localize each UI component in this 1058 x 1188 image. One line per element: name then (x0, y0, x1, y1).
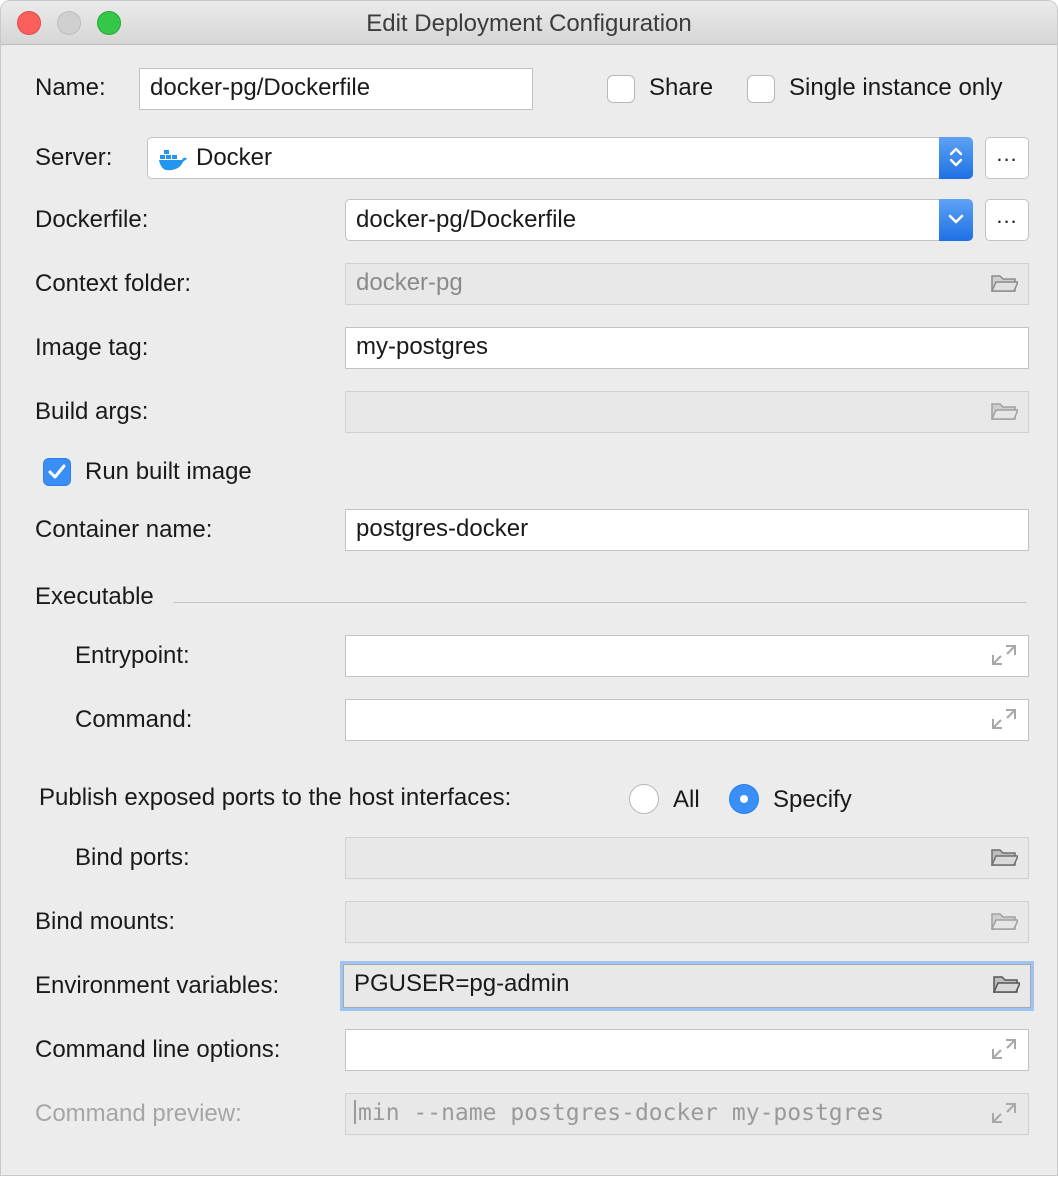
env-vars-input[interactable]: PGUSER=pg-admin (343, 964, 1031, 1008)
dockerfile-value: docker-pg/Dockerfile (356, 200, 576, 240)
context-folder-value: docker-pg (356, 269, 463, 296)
image-tag-input[interactable]: my-postgres (345, 327, 1029, 369)
entrypoint-label: Entrypoint: (75, 641, 190, 671)
up-down-chevron-icon (946, 145, 966, 169)
bind-ports-label: Bind ports: (75, 843, 190, 873)
container-name-label: Container name: (35, 515, 212, 545)
expand-icon[interactable] (990, 707, 1018, 731)
single-instance-label: Single instance only (789, 73, 1002, 103)
server-label: Server: (35, 143, 112, 173)
image-tag-label: Image tag: (35, 333, 148, 363)
cmd-options-label: Command line options: (35, 1035, 280, 1065)
cmd-preview-label: Command preview: (35, 1099, 242, 1129)
expand-icon[interactable] (990, 1037, 1018, 1061)
entrypoint-input[interactable] (345, 635, 1029, 677)
run-built-image-checkbox[interactable] (43, 458, 71, 486)
cmd-options-input[interactable] (345, 1029, 1029, 1071)
publish-ports-label: Publish exposed ports to the host interf… (39, 783, 511, 813)
publish-all-radio[interactable] (629, 784, 659, 814)
executable-separator (173, 602, 1027, 603)
context-folder-label: Context folder: (35, 269, 191, 299)
executable-section-label: Executable (35, 582, 154, 612)
folder-icon[interactable] (990, 845, 1018, 869)
expand-icon[interactable] (990, 1101, 1018, 1125)
server-more-button[interactable]: ... (985, 137, 1029, 179)
docker-icon (158, 146, 188, 172)
name-label: Name: (35, 73, 106, 103)
command-label: Command: (75, 705, 192, 735)
text-cursor (354, 1100, 356, 1124)
context-folder-input[interactable]: docker-pg (345, 263, 1029, 305)
server-dropdown-button[interactable] (939, 137, 973, 179)
folder-icon[interactable] (990, 271, 1018, 295)
publish-specify-radio[interactable] (729, 784, 759, 814)
folder-icon[interactable] (990, 909, 1018, 933)
share-checkbox[interactable] (607, 75, 635, 103)
server-value: Docker (196, 138, 272, 178)
expand-icon[interactable] (990, 643, 1018, 667)
env-vars-value: PGUSER=pg-admin (354, 970, 569, 997)
name-input[interactable]: docker-pg/Dockerfile (139, 68, 533, 110)
server-select[interactable]: Docker (147, 137, 973, 179)
folder-icon[interactable] (992, 972, 1020, 996)
dockerfile-select[interactable]: docker-pg/Dockerfile (345, 199, 973, 241)
bind-mounts-label: Bind mounts: (35, 907, 175, 937)
deployment-config-dialog: Edit Deployment Configuration Name: dock… (0, 0, 1058, 1176)
build-args-label: Build args: (35, 397, 148, 427)
cmd-preview-field[interactable]: min --name postgres-docker my-postgres (345, 1093, 1029, 1135)
cmd-preview-value: min --name postgres-docker my-postgres (358, 1100, 884, 1126)
env-vars-label: Environment variables: (35, 971, 279, 1001)
container-name-input[interactable]: postgres-docker (345, 509, 1029, 551)
checkmark-icon (44, 459, 70, 485)
bind-ports-input[interactable] (345, 837, 1029, 879)
publish-specify-label: Specify (773, 785, 852, 815)
dockerfile-more-button[interactable]: ... (985, 199, 1029, 241)
dockerfile-label: Dockerfile: (35, 205, 148, 235)
folder-icon[interactable] (990, 399, 1018, 423)
title-bar: Edit Deployment Configuration (1, 1, 1057, 45)
share-label: Share (649, 73, 713, 103)
build-args-input[interactable] (345, 391, 1029, 433)
publish-all-label: All (673, 785, 700, 815)
window-title: Edit Deployment Configuration (1, 10, 1057, 38)
run-built-image-label: Run built image (85, 457, 252, 487)
command-input[interactable] (345, 699, 1029, 741)
chevron-down-icon (946, 207, 966, 231)
bind-mounts-input[interactable] (345, 901, 1029, 943)
dockerfile-dropdown-button[interactable] (939, 199, 973, 241)
single-instance-checkbox[interactable] (747, 75, 775, 103)
